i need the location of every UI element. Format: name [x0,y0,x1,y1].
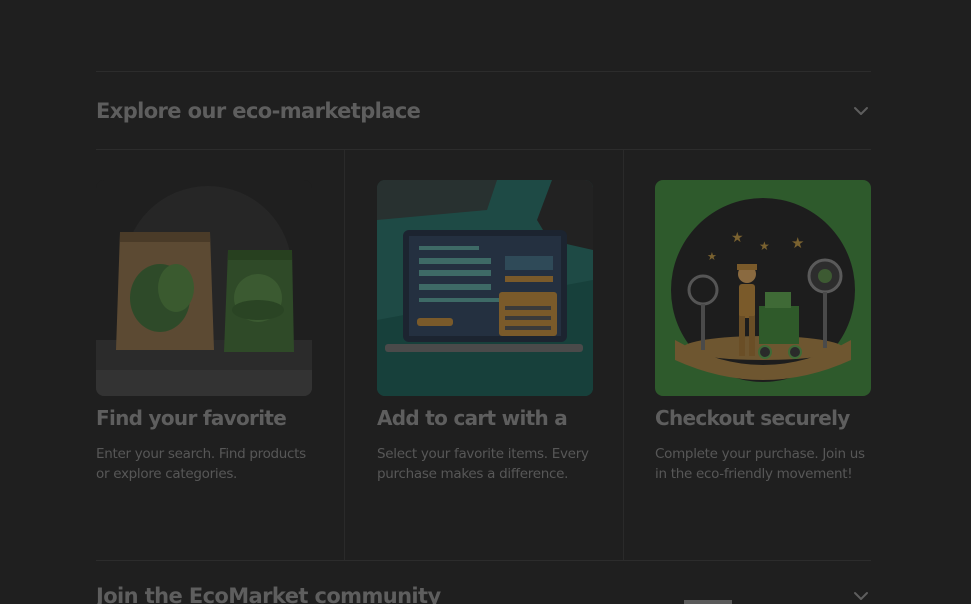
svg-text:★: ★ [791,234,804,252]
eco-product-bags-image [96,180,312,396]
accordion-community-title: Join the EcoMarket community [96,584,441,604]
step-title: Find your favorite [96,406,287,430]
step-description: Complete your purchase. Join us in the e… [655,446,865,482]
horizontal-scrollbar-thumb[interactable] [684,600,732,604]
svg-text:★: ★ [759,239,770,253]
courier-delivery-image: ★ ★ ★ ★ [655,180,871,396]
step-title: Add to cart with a [377,406,568,430]
column-divider [344,150,345,560]
divider-community [96,560,871,561]
step-description: Enter your search. Find products or expl… [96,446,306,482]
column-divider [623,150,624,560]
page: Explore our eco-marketplace Find your fa… [0,0,971,604]
step-card-cart: Add to cart with a Select your favorite … [377,180,593,484]
step-title: Checkout securely [655,406,850,430]
chevron-down-icon[interactable] [851,586,871,604]
svg-text:★: ★ [731,230,744,246]
accordion-explore-title: Explore our eco-marketplace [96,99,421,123]
chevron-down-icon[interactable] [851,101,871,121]
accordion-explore-header[interactable]: Explore our eco-marketplace [96,91,871,131]
steps-grid: Find your favorite Enter your search. Fi… [96,150,871,560]
step-card-checkout: ★ ★ ★ ★ Checkout securely Complete your … [655,180,871,484]
step-card-find: Find your favorite Enter your search. Fi… [96,180,312,484]
step-description: Select your favorite items. Every purcha… [377,446,589,482]
laptop-cart-image [377,180,593,396]
divider-top [96,71,871,72]
accordion-community-header[interactable]: Join the EcoMarket community [96,576,871,604]
svg-text:★: ★ [707,250,717,263]
